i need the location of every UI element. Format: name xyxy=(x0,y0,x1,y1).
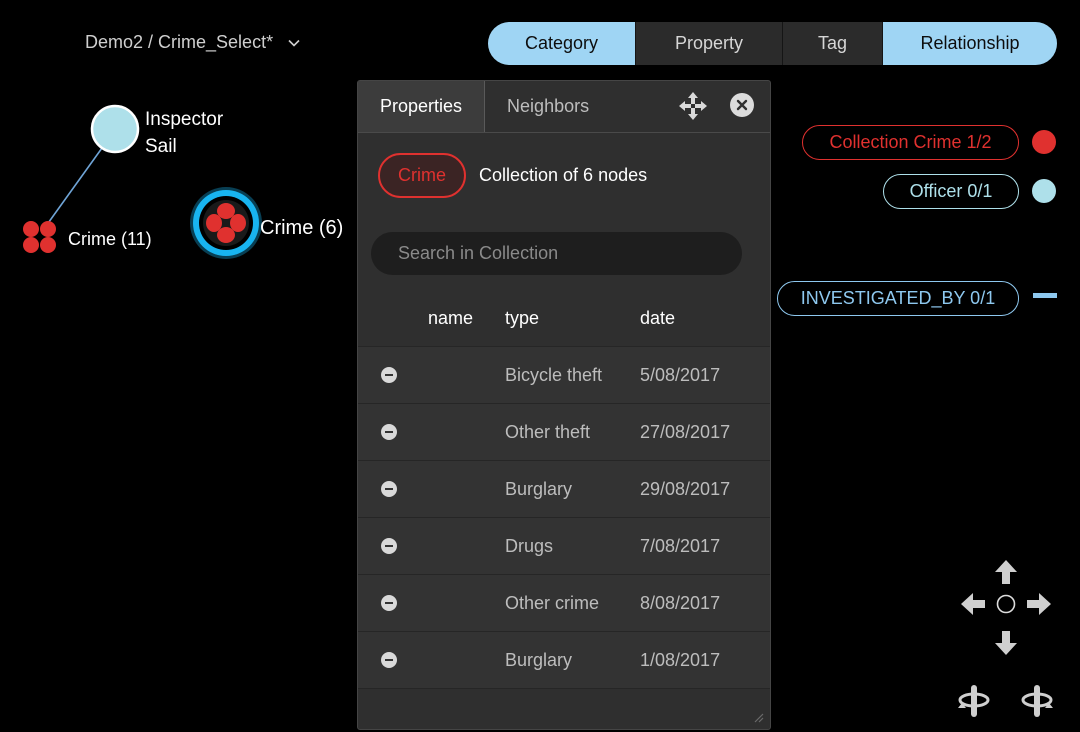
officer-color-dot xyxy=(1032,179,1056,203)
breadcrumb-text: Demo2 / Crime_Select* xyxy=(85,32,274,52)
investigated-by-edge[interactable] xyxy=(45,147,103,227)
table-header: name type date xyxy=(358,291,770,347)
collection-table: name type date Bicycle theft 5/08/2017 O… xyxy=(358,291,770,689)
table-row[interactable]: Bicycle theft 5/08/2017 xyxy=(358,347,770,404)
rotate-left-icon[interactable] xyxy=(957,684,991,718)
collection-count: Collection of 6 nodes xyxy=(479,165,648,185)
legend-officer[interactable]: Officer 0/1 xyxy=(883,174,1019,209)
minus-circle-icon[interactable] xyxy=(381,367,397,383)
tab-tag[interactable]: Tag xyxy=(783,22,883,65)
tab-property[interactable]: Property xyxy=(636,22,783,65)
table-row[interactable]: Other crime 8/08/2017 xyxy=(358,575,770,632)
arrow-down-icon[interactable] xyxy=(994,630,1018,656)
rotate-right-icon[interactable] xyxy=(1020,684,1054,718)
cell-type: Burglary xyxy=(505,649,573,670)
inspector-label: Inspector Sail xyxy=(145,106,223,160)
move-icon[interactable] xyxy=(678,91,708,121)
crime-selected-node[interactable] xyxy=(190,187,262,259)
arrow-up-icon[interactable] xyxy=(994,559,1018,585)
breadcrumb[interactable]: Demo2 / Crime_Select* xyxy=(85,32,301,53)
minus-circle-icon[interactable] xyxy=(381,481,397,497)
cell-type: Bicycle theft xyxy=(505,364,603,385)
crime-group-node[interactable] xyxy=(23,221,56,253)
legend-collection-crime[interactable]: Collection Crime 1/2 xyxy=(802,125,1019,160)
cell-type: Drugs xyxy=(505,535,554,556)
search-input[interactable] xyxy=(371,232,742,275)
minus-circle-icon[interactable] xyxy=(381,538,397,554)
minus-circle-icon[interactable] xyxy=(381,652,397,668)
collection-panel: Properties Neighbors Crime Collection of… xyxy=(357,80,771,730)
cell-date: 7/08/2017 xyxy=(640,535,721,556)
crime-color-dot xyxy=(1032,130,1056,154)
crime-selected-label: Crime (6) xyxy=(260,217,344,239)
panel-tabs: Properties Neighbors xyxy=(358,81,770,133)
cell-type: Other crime xyxy=(505,592,600,613)
chevron-down-icon[interactable] xyxy=(287,36,301,50)
table-row[interactable]: Burglary 1/08/2017 xyxy=(358,632,770,689)
cell-date: 29/08/2017 xyxy=(640,478,731,499)
cell-type: Other theft xyxy=(505,421,591,442)
cell-date: 5/08/2017 xyxy=(640,364,721,385)
table-row[interactable]: Burglary 29/08/2017 xyxy=(358,461,770,518)
inspector-node[interactable] xyxy=(90,104,140,154)
minus-circle-icon[interactable] xyxy=(381,595,397,611)
relationship-line-swatch xyxy=(1033,293,1057,298)
resize-handle-icon[interactable] xyxy=(754,713,764,723)
legend-investigated-by[interactable]: INVESTIGATED_BY 0/1 xyxy=(777,281,1019,316)
tab-relationship[interactable]: Relationship xyxy=(883,22,1057,65)
inspector-label-line1: Inspector xyxy=(145,109,224,130)
minus-circle-icon[interactable] xyxy=(381,424,397,440)
column-header-name[interactable]: name xyxy=(428,308,505,329)
arrow-left-icon[interactable] xyxy=(960,592,986,616)
view-mode-tabs: Category Property Tag Relationship xyxy=(488,22,1057,65)
arrow-right-icon[interactable] xyxy=(1026,592,1052,616)
table-row[interactable]: Other theft 27/08/2017 xyxy=(358,404,770,461)
cell-type: Burglary xyxy=(505,478,573,499)
cell-date: 8/08/2017 xyxy=(640,592,721,613)
column-header-type[interactable]: type xyxy=(505,308,640,329)
cell-date: 27/08/2017 xyxy=(640,421,731,442)
inspector-label-line2: Sail xyxy=(145,136,177,157)
tab-neighbors[interactable]: Neighbors xyxy=(485,81,611,132)
center-icon[interactable] xyxy=(996,594,1016,614)
collection-header: Crime Collection of 6 nodes xyxy=(378,153,647,198)
crime-group-label: Crime (11) xyxy=(68,229,152,249)
graph-canvas[interactable]: Inspector Sail Crime (11) Crime (6) xyxy=(0,80,360,280)
tab-category[interactable]: Category xyxy=(488,22,636,65)
tab-properties[interactable]: Properties xyxy=(358,81,486,132)
cell-date: 1/08/2017 xyxy=(640,649,721,670)
close-icon[interactable] xyxy=(730,93,754,117)
column-header-date[interactable]: date xyxy=(640,308,770,329)
category-pill-crime[interactable]: Crime xyxy=(378,153,466,198)
table-row[interactable]: Drugs 7/08/2017 xyxy=(358,518,770,575)
